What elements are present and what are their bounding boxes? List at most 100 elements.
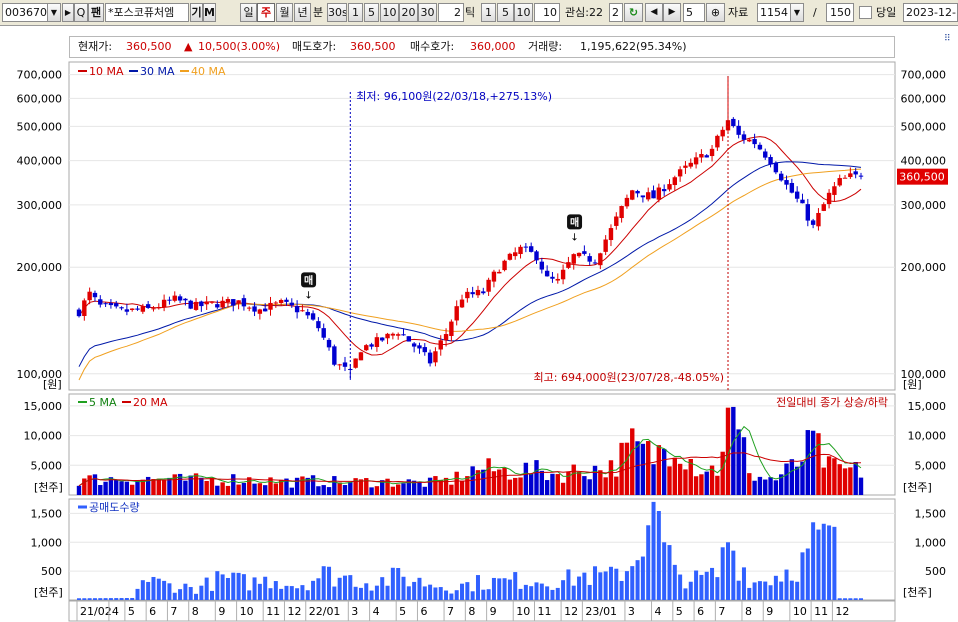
volume-bar	[491, 471, 497, 495]
volume-bar	[821, 467, 826, 495]
search-button[interactable]: Q	[74, 3, 88, 22]
volume-bar	[773, 480, 779, 495]
short-bar	[390, 567, 395, 600]
volume-bar	[635, 441, 640, 495]
tick-1-button[interactable]: 1	[481, 3, 496, 22]
short-bar	[768, 585, 773, 600]
stock-code-input[interactable]: 003670	[2, 3, 48, 22]
volume-bar	[592, 465, 598, 495]
candle-body	[646, 192, 651, 200]
date-input[interactable]: 2023-12-1	[903, 3, 958, 22]
stock-name-field[interactable]: *포스코퓨처엠	[105, 3, 189, 22]
volume-bar	[252, 483, 257, 495]
tick-count-input[interactable]: 10	[534, 3, 560, 22]
volume-bar	[427, 477, 433, 495]
short-unit-right: [천주]	[903, 585, 932, 599]
short-bar	[183, 583, 188, 600]
chevron-down-icon[interactable]: ▼	[47, 3, 61, 22]
min-1-button[interactable]: 1	[348, 3, 363, 22]
candle-body	[172, 295, 177, 301]
min-30-button[interactable]: 30	[418, 3, 437, 22]
short-bar	[486, 589, 491, 600]
zoom-icon[interactable]: ⊕	[706, 3, 725, 22]
period-month-button[interactable]: 월	[276, 3, 293, 22]
x-tick-label: 10	[240, 605, 254, 618]
volume-bar	[481, 469, 486, 495]
period-week-button[interactable]: 주	[257, 3, 275, 22]
period-day-button[interactable]: 일	[240, 3, 257, 22]
today-checkbox[interactable]	[859, 6, 872, 19]
candle-body	[486, 279, 491, 292]
short-bar	[151, 576, 156, 600]
short-bar	[640, 556, 645, 600]
pan-toggle[interactable]: 팬	[88, 3, 104, 22]
short-bar	[385, 585, 390, 600]
short-bar	[491, 577, 496, 600]
volume-bar	[316, 486, 321, 495]
short-bar	[300, 585, 305, 600]
short-bar	[630, 566, 635, 600]
candle-body	[449, 321, 454, 336]
candle-body	[332, 346, 337, 365]
price-tick-left: 200,000	[17, 261, 63, 274]
short-bar	[694, 570, 699, 600]
min-30s-button[interactable]: 30s	[327, 3, 347, 22]
short-bar	[811, 522, 816, 600]
price-tick-left: 300,000	[17, 199, 63, 212]
tick-input[interactable]: 2	[438, 3, 464, 22]
short-bar	[736, 580, 741, 600]
refresh-icon[interactable]: ↻	[624, 3, 643, 22]
short-bar	[444, 590, 449, 600]
short-bar	[225, 577, 230, 600]
minute-label: 분	[313, 6, 324, 19]
next-arrow-icon[interactable]: ▶	[663, 3, 681, 22]
volume-bar	[555, 474, 560, 495]
candle-body	[438, 340, 443, 350]
interest-input[interactable]: 2	[609, 3, 623, 22]
volume-bar	[598, 470, 603, 495]
candle-body	[497, 271, 502, 274]
m-toggle[interactable]: M	[203, 3, 216, 22]
short-bar	[465, 582, 470, 600]
short-bar	[140, 580, 145, 600]
tick-5-button[interactable]: 5	[497, 3, 514, 22]
candle-body	[247, 307, 252, 309]
volume-bar	[103, 481, 108, 495]
volume-bar	[289, 487, 294, 495]
short-bar	[268, 588, 273, 600]
volume-bar	[646, 441, 651, 495]
x-tick-label: 6	[420, 605, 427, 618]
candle-body	[92, 292, 98, 298]
prev-arrow-icon[interactable]: ◀	[645, 3, 663, 22]
info-toggle[interactable]: 기	[190, 3, 203, 22]
short-bar	[438, 587, 443, 600]
short-bar	[321, 566, 326, 600]
short-bar	[545, 586, 550, 600]
short-bar	[172, 592, 177, 600]
short-bar	[422, 586, 427, 600]
short-bar	[332, 586, 337, 600]
min-5-button[interactable]: 5	[364, 3, 379, 22]
period-year-button[interactable]: 년	[294, 3, 311, 22]
candle-body	[481, 291, 486, 294]
candle-body	[651, 190, 656, 199]
candle-body	[262, 308, 268, 312]
volume-bar	[300, 476, 305, 495]
volume-tick-left: 5,000	[31, 459, 63, 472]
short-bar	[518, 588, 523, 600]
candle-body	[672, 177, 678, 186]
data-label: 자료	[728, 6, 749, 19]
play-icon[interactable]: ▶	[62, 3, 74, 22]
price-unit-right: [원]	[903, 378, 922, 391]
candle-body	[273, 302, 279, 304]
data-count-input[interactable]: 1154	[757, 3, 791, 22]
tick-10-button[interactable]: 10	[514, 3, 533, 22]
chevron-down-icon[interactable]: ▼	[790, 3, 804, 22]
min-20-button[interactable]: 20	[399, 3, 418, 22]
step-input[interactable]: 5	[683, 3, 705, 22]
data-total-input[interactable]: 150	[826, 3, 854, 22]
volume-bar	[523, 462, 529, 495]
volume-bar	[332, 476, 337, 495]
min-10-button[interactable]: 10	[380, 3, 399, 22]
x-tick-label: 10	[516, 605, 530, 618]
